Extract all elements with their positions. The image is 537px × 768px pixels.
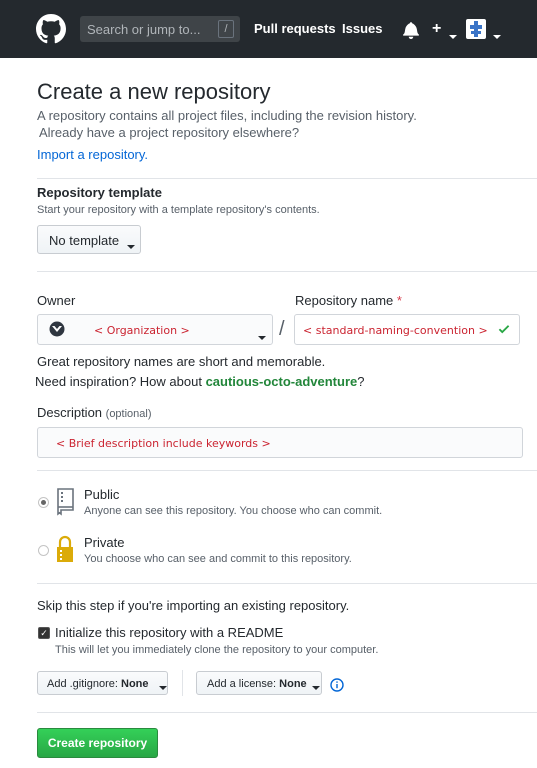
private-note: You choose who can see and commit to thi… [84,553,352,565]
template-select-button[interactable]: No template [37,225,141,254]
chevron-down-icon [255,329,266,347]
organization-avatar-icon [49,321,65,337]
chevron-down-icon [124,238,135,253]
nav-pull-requests[interactable]: Pull requests [254,21,336,36]
readme-label[interactable]: Initialize this repository with a README [55,625,283,640]
divider [37,583,537,584]
description-input[interactable]: < Brief description include keywords > [37,427,523,458]
private-radio[interactable] [38,545,49,556]
description-optional: (optional) [105,408,152,420]
page-description-elsewhere: Already have a project repository elsewh… [39,125,300,140]
readme-note: This will let you immediately clone the … [55,644,379,656]
gitignore-select-label: Add .gitignore: None [47,678,149,690]
readme-checkbox[interactable]: ✓ [38,627,50,639]
search-shortcut-key: / [218,20,234,38]
create-new-plus-icon[interactable]: + [432,21,441,37]
user-menu-caret-icon[interactable] [490,28,501,46]
skip-step-note: Skip this step if you're importing an ex… [37,598,350,613]
owner-select[interactable]: < Organization > [37,314,273,345]
repository-name-label-text: Repository name [295,293,394,308]
inspiration-suffix: ? [357,374,365,389]
top-header: / Pull requests Issues + [0,0,537,58]
owner-repo-separator: / [279,318,285,340]
license-select-button[interactable]: Add a license: None [196,671,322,695]
gitignore-prefix: Add .gitignore: [47,678,118,690]
owner-label: Owner [37,293,76,308]
create-new-caret-icon[interactable] [446,28,457,46]
license-select-label: Add a license: None [207,678,307,690]
gitignore-value: None [121,678,149,690]
avatar-identicon-icon [468,21,484,37]
repository-name-value: < standard-naming-convention > [303,324,488,337]
public-label[interactable]: Public [84,487,119,502]
chevron-down-icon [309,682,320,694]
required-asterisk: * [396,293,402,308]
template-select-label: No template [49,233,120,248]
page-description: A repository contains all project files,… [37,108,417,123]
license-prefix: Add a license: [207,678,277,690]
repo-public-icon [57,488,74,516]
inspiration-prefix: Need inspiration? How about [35,374,202,389]
gitignore-select-button[interactable]: Add .gitignore: None [37,671,168,695]
template-note: Start your repository with a template re… [37,204,320,216]
info-icon[interactable] [330,678,344,692]
divider [37,470,537,471]
create-repository-button[interactable]: Create repository [37,728,158,758]
description-label-text: Description [37,405,103,420]
search-box[interactable]: / [80,16,240,42]
public-note: Anyone can see this repository. You choo… [84,505,383,517]
page-title: Create a new repository [37,79,271,104]
nav-issues[interactable]: Issues [342,21,382,36]
divider [37,712,537,713]
notifications-bell-icon[interactable] [403,21,419,39]
private-label[interactable]: Private [84,535,124,550]
inspiration-line: Need inspiration? How about cautious-oct… [35,374,364,389]
description-label: Description (optional) [37,405,152,420]
template-label: Repository template [37,185,162,200]
github-logo-icon[interactable] [36,14,66,44]
search-input[interactable] [80,16,217,42]
button-divider [182,670,183,696]
owner-value: < Organization > [94,324,190,337]
divider [37,271,537,272]
user-avatar[interactable] [466,19,486,39]
repository-name-label: Repository name * [295,293,402,308]
repository-name-input[interactable]: < standard-naming-convention > [294,314,520,345]
check-icon [498,325,510,334]
repository-name-hint: Great repository names are short and mem… [37,354,326,369]
license-value: None [279,678,307,690]
chevron-down-icon [156,682,167,694]
divider [37,178,537,179]
import-repository-link[interactable]: Import a repository. [37,147,148,162]
inspiration-suggestion-link[interactable]: cautious-octo-adventure [206,374,358,389]
lock-icon [57,535,73,562]
description-value: < Brief description include keywords > [56,437,271,450]
public-radio[interactable] [38,497,49,508]
